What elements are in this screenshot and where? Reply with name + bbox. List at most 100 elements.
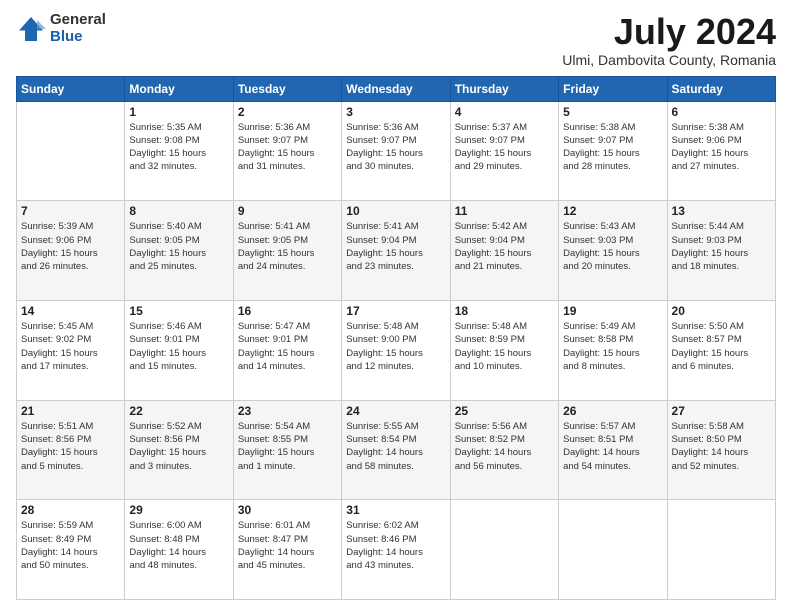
- day-cell-4-2: 30Sunrise: 6:01 AMSunset: 8:47 PMDayligh…: [233, 500, 341, 600]
- day-number: 12: [563, 204, 662, 218]
- day-number: 2: [238, 105, 337, 119]
- day-info: Sunrise: 5:47 AMSunset: 9:01 PMDaylight:…: [238, 320, 337, 373]
- page: General Blue July 2024 Ulmi, Dambovita C…: [0, 0, 792, 612]
- day-number: 15: [129, 304, 228, 318]
- day-info: Sunrise: 5:35 AMSunset: 9:08 PMDaylight:…: [129, 121, 228, 174]
- header: General Blue July 2024 Ulmi, Dambovita C…: [16, 12, 776, 68]
- week-row-5: 28Sunrise: 5:59 AMSunset: 8:49 PMDayligh…: [17, 500, 776, 600]
- day-info: Sunrise: 5:48 AMSunset: 8:59 PMDaylight:…: [455, 320, 554, 373]
- day-info: Sunrise: 5:40 AMSunset: 9:05 PMDaylight:…: [129, 220, 228, 273]
- day-number: 23: [238, 404, 337, 418]
- day-number: 26: [563, 404, 662, 418]
- day-cell-3-4: 25 Sunrise: 5:56 AMSunset: 8:52 PMDayligh…: [450, 400, 558, 500]
- day-cell-1-3: 10 Sunrise: 5:41 AMSunset: 9:04 PMDayligh…: [342, 201, 450, 301]
- day-cell-1-1: 8 Sunrise: 5:40 AMSunset: 9:05 PMDaylight…: [125, 201, 233, 301]
- day-cell-2-4: 18 Sunrise: 5:48 AMSunset: 8:59 PMDayligh…: [450, 300, 558, 400]
- day-number: 17: [346, 304, 445, 318]
- month-title: July 2024: [562, 12, 776, 52]
- day-info: Sunrise: 5:39 AMSunset: 9:06 PMDaylight:…: [21, 220, 120, 273]
- day-cell-2-1: 15 Sunrise: 5:46 AMSunset: 9:01 PMDayligh…: [125, 300, 233, 400]
- day-number: 20: [672, 304, 771, 318]
- day-info: Sunrise: 5:46 AMSunset: 9:01 PMDaylight:…: [129, 320, 228, 373]
- day-number: 24: [346, 404, 445, 418]
- day-number: 13: [672, 204, 771, 218]
- day-cell-3-6: 27 Sunrise: 5:58 AMSunset: 8:50 PMDayligh…: [667, 400, 775, 500]
- day-info: Sunrise: 5:51 AMSunset: 8:56 PMDaylight:…: [21, 420, 120, 473]
- day-number: 10: [346, 204, 445, 218]
- day-cell-2-6: 20 Sunrise: 5:50 AMSunset: 8:57 PMDayligh…: [667, 300, 775, 400]
- day-info: Sunrise: 5:49 AMSunset: 8:58 PMDaylight:…: [563, 320, 662, 373]
- day-cell-4-5: [559, 500, 667, 600]
- day-number: 14: [21, 304, 120, 318]
- header-monday: Monday: [125, 76, 233, 101]
- week-row-3: 14 Sunrise: 5:45 AMSunset: 9:02 PMDayligh…: [17, 300, 776, 400]
- day-number: 18: [455, 304, 554, 318]
- title-block: July 2024 Ulmi, Dambovita County, Romani…: [562, 12, 776, 68]
- day-info: Sunrise: 5:36 AMSunset: 9:07 PMDaylight:…: [238, 121, 337, 174]
- day-info: Sunrise: 5:55 AMSunset: 8:54 PMDaylight:…: [346, 420, 445, 473]
- day-info: Sunrise: 5:42 AMSunset: 9:04 PMDaylight:…: [455, 220, 554, 273]
- day-info: Sunrise: 5:50 AMSunset: 8:57 PMDaylight:…: [672, 320, 771, 373]
- day-cell-0-5: 5Sunrise: 5:38 AMSunset: 9:07 PMDaylight…: [559, 101, 667, 201]
- day-info: Sunrise: 5:37 AMSunset: 9:07 PMDaylight:…: [455, 121, 554, 174]
- day-info: Sunrise: 5:56 AMSunset: 8:52 PMDaylight:…: [455, 420, 554, 473]
- week-row-1: 1Sunrise: 5:35 AMSunset: 9:08 PMDaylight…: [17, 101, 776, 201]
- day-cell-3-0: 21 Sunrise: 5:51 AMSunset: 8:56 PMDayligh…: [17, 400, 125, 500]
- day-info: Sunrise: 5:45 AMSunset: 9:02 PMDaylight:…: [21, 320, 120, 373]
- day-cell-4-0: 28Sunrise: 5:59 AMSunset: 8:49 PMDayligh…: [17, 500, 125, 600]
- day-info: Sunrise: 5:52 AMSunset: 8:56 PMDaylight:…: [129, 420, 228, 473]
- day-number: 6: [672, 105, 771, 119]
- day-info: Sunrise: 5:58 AMSunset: 8:50 PMDaylight:…: [672, 420, 771, 473]
- day-cell-0-2: 2 Sunrise: 5:36 AMSunset: 9:07 PMDaylight…: [233, 101, 341, 201]
- day-cell-1-6: 13Sunrise: 5:44 AMSunset: 9:03 PMDayligh…: [667, 201, 775, 301]
- day-cell-0-3: 3Sunrise: 5:36 AMSunset: 9:07 PMDaylight…: [342, 101, 450, 201]
- day-number: 5: [563, 105, 662, 119]
- day-info: Sunrise: 5:38 AMSunset: 9:06 PMDaylight:…: [672, 121, 771, 174]
- day-number: 27: [672, 404, 771, 418]
- day-info: Sunrise: 5:54 AMSunset: 8:55 PMDaylight:…: [238, 420, 337, 473]
- day-cell-4-3: 31 Sunrise: 6:02 AMSunset: 8:46 PMDayligh…: [342, 500, 450, 600]
- day-cell-3-2: 23 Sunrise: 5:54 AMSunset: 8:55 PMDayligh…: [233, 400, 341, 500]
- day-cell-4-1: 29Sunrise: 6:00 AMSunset: 8:48 PMDayligh…: [125, 500, 233, 600]
- logo-text: General Blue: [50, 12, 106, 45]
- day-info: Sunrise: 6:00 AMSunset: 8:48 PMDaylight:…: [129, 519, 228, 572]
- logo: General Blue: [16, 12, 106, 45]
- week-row-4: 21 Sunrise: 5:51 AMSunset: 8:56 PMDayligh…: [17, 400, 776, 500]
- day-number: 21: [21, 404, 120, 418]
- day-info: Sunrise: 5:48 AMSunset: 9:00 PMDaylight:…: [346, 320, 445, 373]
- day-number: 4: [455, 105, 554, 119]
- day-cell-2-0: 14 Sunrise: 5:45 AMSunset: 9:02 PMDayligh…: [17, 300, 125, 400]
- day-cell-0-6: 6 Sunrise: 5:38 AMSunset: 9:06 PMDaylight…: [667, 101, 775, 201]
- day-cell-3-1: 22Sunrise: 5:52 AMSunset: 8:56 PMDayligh…: [125, 400, 233, 500]
- logo-icon: [16, 14, 46, 44]
- header-saturday: Saturday: [667, 76, 775, 101]
- day-cell-1-2: 9 Sunrise: 5:41 AMSunset: 9:05 PMDaylight…: [233, 201, 341, 301]
- calendar-table: Sunday Monday Tuesday Wednesday Thursday…: [16, 76, 776, 600]
- header-wednesday: Wednesday: [342, 76, 450, 101]
- day-number: 8: [129, 204, 228, 218]
- day-number: 31: [346, 503, 445, 517]
- day-number: 16: [238, 304, 337, 318]
- logo-blue-label: Blue: [50, 29, 106, 46]
- day-info: Sunrise: 6:02 AMSunset: 8:46 PMDaylight:…: [346, 519, 445, 572]
- day-cell-1-0: 7 Sunrise: 5:39 AMSunset: 9:06 PMDaylight…: [17, 201, 125, 301]
- header-sunday: Sunday: [17, 76, 125, 101]
- day-number: 19: [563, 304, 662, 318]
- location: Ulmi, Dambovita County, Romania: [562, 52, 776, 68]
- day-number: 9: [238, 204, 337, 218]
- day-number: 25: [455, 404, 554, 418]
- day-number: 3: [346, 105, 445, 119]
- day-info: Sunrise: 5:41 AMSunset: 9:05 PMDaylight:…: [238, 220, 337, 273]
- day-cell-2-2: 16 Sunrise: 5:47 AMSunset: 9:01 PMDayligh…: [233, 300, 341, 400]
- day-info: Sunrise: 5:57 AMSunset: 8:51 PMDaylight:…: [563, 420, 662, 473]
- header-thursday: Thursday: [450, 76, 558, 101]
- day-info: Sunrise: 5:43 AMSunset: 9:03 PMDaylight:…: [563, 220, 662, 273]
- day-info: Sunrise: 6:01 AMSunset: 8:47 PMDaylight:…: [238, 519, 337, 572]
- day-cell-0-0: [17, 101, 125, 201]
- day-cell-3-5: 26 Sunrise: 5:57 AMSunset: 8:51 PMDayligh…: [559, 400, 667, 500]
- day-number: 7: [21, 204, 120, 218]
- day-cell-0-1: 1Sunrise: 5:35 AMSunset: 9:08 PMDaylight…: [125, 101, 233, 201]
- day-cell-2-3: 17 Sunrise: 5:48 AMSunset: 9:00 PMDayligh…: [342, 300, 450, 400]
- weekday-header-row: Sunday Monday Tuesday Wednesday Thursday…: [17, 76, 776, 101]
- day-info: Sunrise: 5:41 AMSunset: 9:04 PMDaylight:…: [346, 220, 445, 273]
